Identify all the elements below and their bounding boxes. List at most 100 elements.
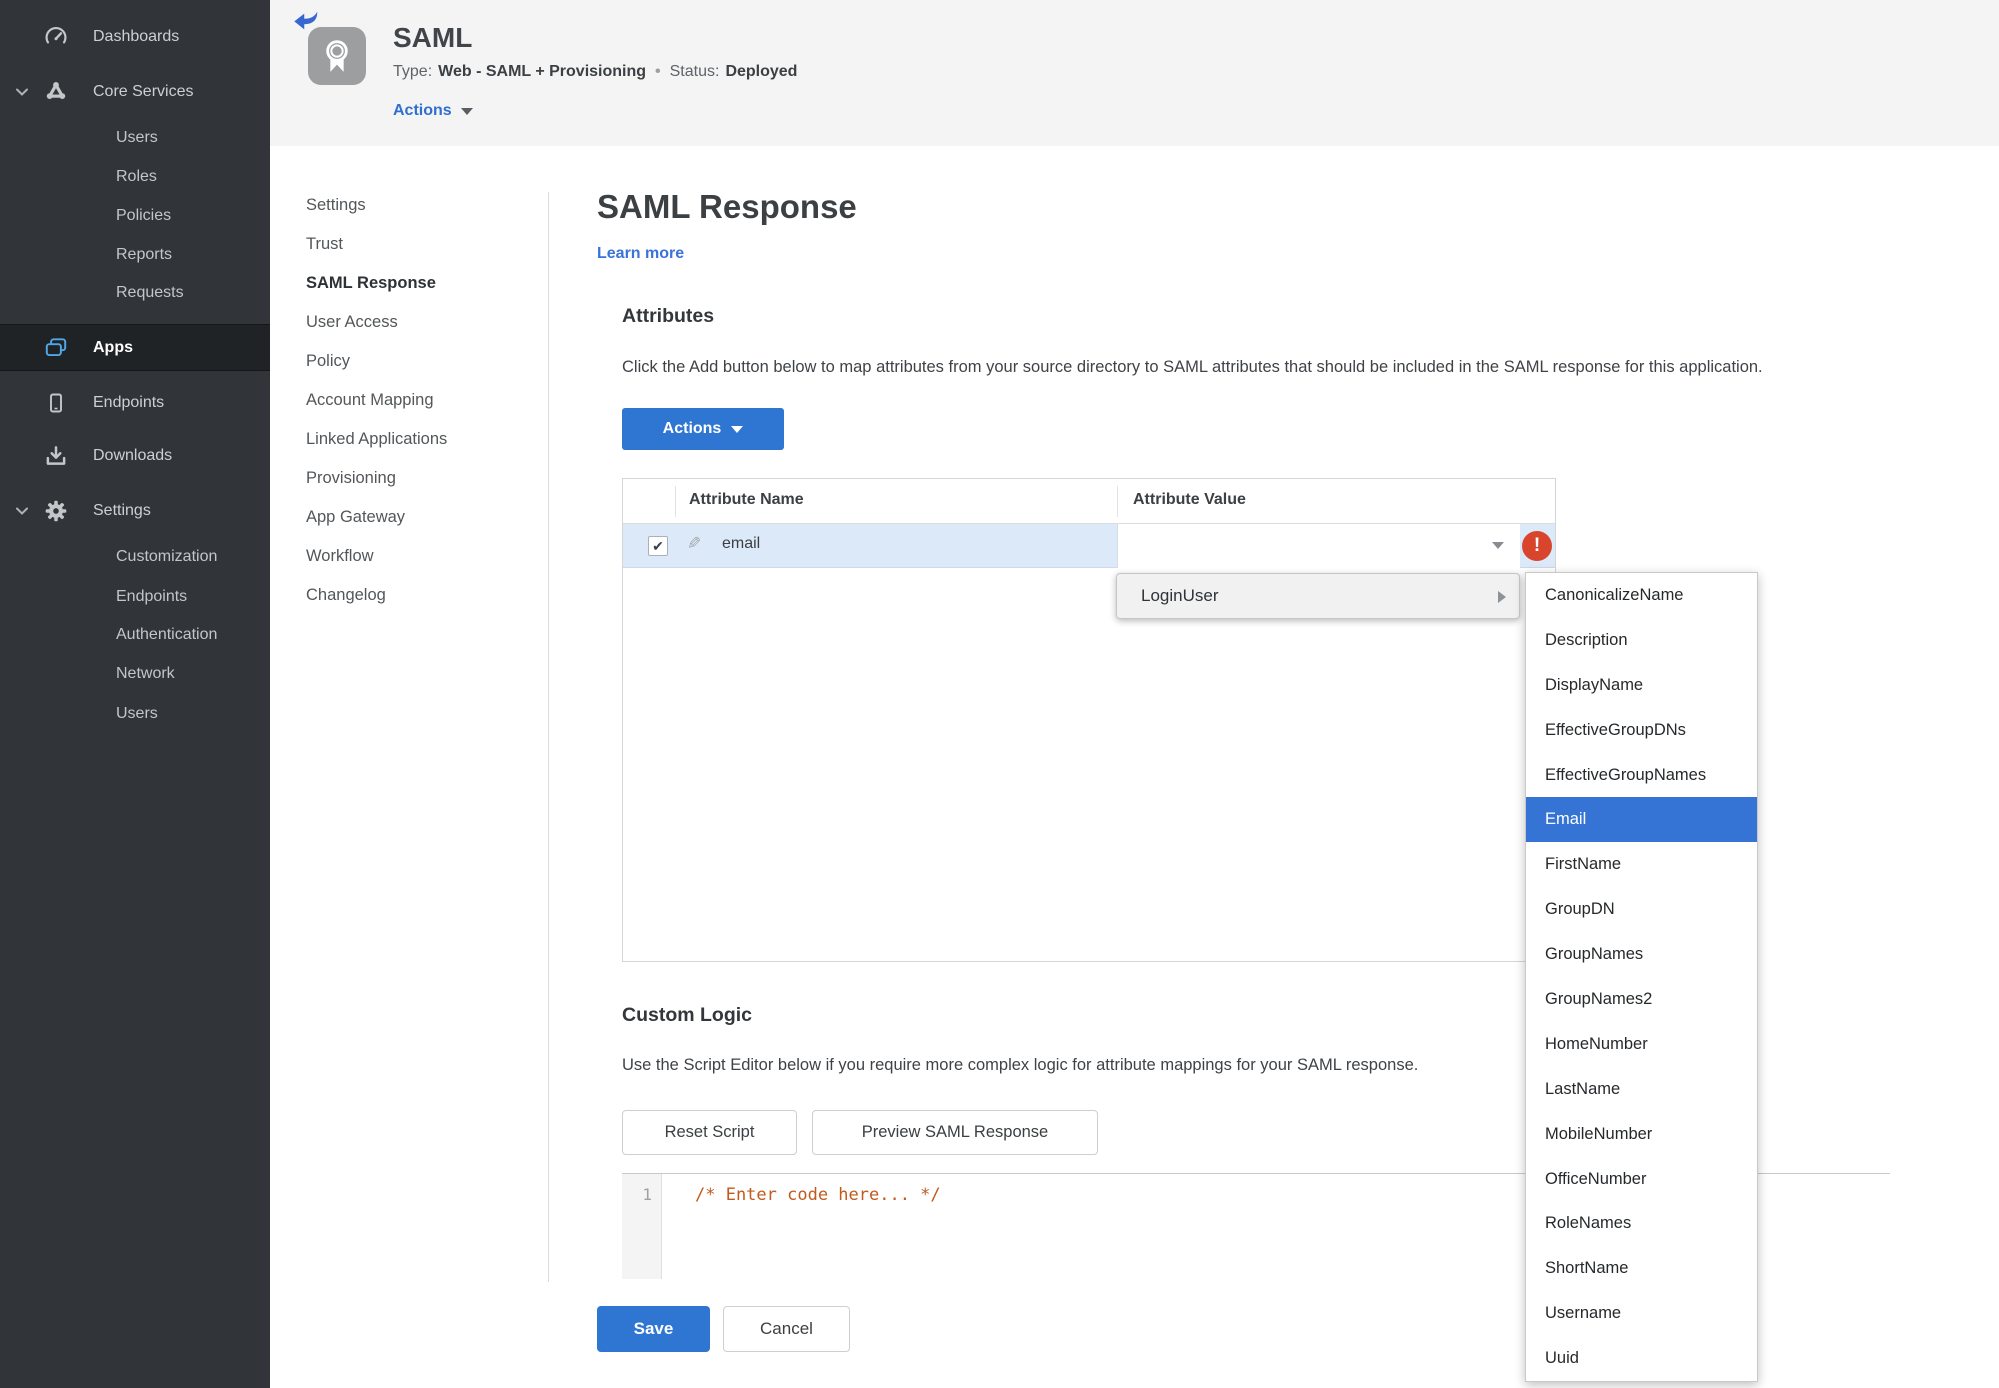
menu-item-lastname[interactable]: LastName xyxy=(1526,1067,1757,1112)
app-meta: Type: Web - SAML + Provisioning • Status… xyxy=(393,63,797,81)
sidebar-item-label: Requests xyxy=(116,284,184,301)
attribute-name-cell: email xyxy=(722,535,761,552)
sidebar-item-label: Customization xyxy=(116,548,218,565)
sidebar-item-roles[interactable]: Roles xyxy=(0,155,270,199)
sidebar-item-dashboards[interactable]: Dashboards xyxy=(0,15,270,59)
menu-item-username[interactable]: Username xyxy=(1526,1291,1757,1336)
caret-down-icon xyxy=(1492,542,1504,549)
app-config-nav: Settings Trust SAML Response User Access… xyxy=(306,186,536,615)
chevron-down-icon xyxy=(731,425,744,433)
sidebar-item-label: Core Services xyxy=(93,83,194,100)
sidebar-item-requests[interactable]: Requests xyxy=(0,271,270,315)
menu-item-shortname[interactable]: ShortName xyxy=(1526,1246,1757,1291)
attributes-actions-button[interactable]: Actions xyxy=(622,408,784,450)
attributes-heading: Attributes xyxy=(622,305,715,327)
menu-item-mobilenumber[interactable]: MobileNumber xyxy=(1526,1112,1757,1157)
sidebar-item-core-services[interactable]: Core Services xyxy=(0,70,270,114)
tab-linked-applications[interactable]: Linked Applications xyxy=(306,420,536,459)
sidebar-item-settings[interactable]: Settings xyxy=(0,489,270,533)
sidebar-item-downloads[interactable]: Downloads xyxy=(0,434,270,478)
type-value: Web - SAML + Provisioning xyxy=(438,63,647,80)
reset-script-button[interactable]: Reset Script xyxy=(622,1110,797,1155)
sidebar-item-users[interactable]: Users xyxy=(0,116,270,160)
line-number: 1 xyxy=(642,1185,652,1204)
custom-logic-heading: Custom Logic xyxy=(622,1004,752,1026)
menu-item-groupdn[interactable]: GroupDN xyxy=(1526,887,1757,932)
sidebar-item-network[interactable]: Network xyxy=(0,652,270,696)
mobile-device-icon xyxy=(42,389,70,417)
vertical-divider xyxy=(548,192,549,1282)
sidebar-item-label: Settings xyxy=(93,502,151,519)
menu-item-effectivegroupdns[interactable]: EffectiveGroupDNs xyxy=(1526,708,1757,753)
sidebar-item-customization[interactable]: Customization xyxy=(0,535,270,579)
app-window: SAML Type: Web - SAML + Provisioning • S… xyxy=(0,0,1999,1388)
caret-right-icon xyxy=(1498,591,1506,603)
download-tray-icon xyxy=(42,442,70,470)
sidebar-item-label: Dashboards xyxy=(93,28,180,45)
tab-workflow[interactable]: Workflow xyxy=(306,537,536,576)
sidebar-item-label: Reports xyxy=(116,246,173,263)
tab-provisioning[interactable]: Provisioning xyxy=(306,459,536,498)
learn-more-link[interactable]: Learn more xyxy=(597,245,684,263)
cancel-button[interactable]: Cancel xyxy=(723,1306,850,1352)
menu-item-displayname[interactable]: DisplayName xyxy=(1526,663,1757,708)
menu-item-rolenames[interactable]: RoleNames xyxy=(1526,1201,1757,1246)
tab-saml-response[interactable]: SAML Response xyxy=(306,264,536,303)
table-row-email[interactable]: ✔ ✎ email ! xyxy=(623,524,1555,568)
sidebar-item-label: Apps xyxy=(93,338,133,356)
status-label: Status: xyxy=(669,63,720,80)
page-header: SAML Type: Web - SAML + Provisioning • S… xyxy=(270,0,1999,146)
header-actions-menu[interactable]: Actions xyxy=(393,102,473,120)
error-icon: ! xyxy=(1522,531,1552,561)
gauge-icon xyxy=(42,23,70,51)
dropdown-submenu-attributes: CanonicalizeName Description DisplayName… xyxy=(1525,572,1758,1382)
sidebar-item-label: Users xyxy=(116,705,158,722)
section-title: SAML Response xyxy=(597,188,857,225)
menu-item-uuid[interactable]: Uuid xyxy=(1526,1336,1757,1381)
editor-gutter: 1 xyxy=(622,1174,662,1279)
sidebar-item-endpoints[interactable]: Endpoints xyxy=(0,381,270,425)
column-divider xyxy=(675,486,676,517)
menu-item-officenumber[interactable]: OfficeNumber xyxy=(1526,1157,1757,1202)
award-ribbon-icon xyxy=(308,27,366,85)
menu-item-canonicalizename[interactable]: CanonicalizeName xyxy=(1526,573,1757,618)
menu-item-email[interactable]: Email xyxy=(1526,797,1757,843)
gear-icon xyxy=(42,497,70,525)
type-label: Type: xyxy=(393,63,433,80)
sidebar-item-label: Authentication xyxy=(116,626,218,643)
chevron-down-icon xyxy=(12,82,32,102)
tab-trust[interactable]: Trust xyxy=(306,225,536,264)
editor-code-area[interactable]: /* Enter code here... */ xyxy=(695,1185,941,1205)
attribute-value-dropdown[interactable] xyxy=(1117,524,1520,568)
column-divider xyxy=(1117,486,1118,517)
custom-logic-description: Use the Script Editor below if you requi… xyxy=(622,1056,1419,1074)
menu-item-label: LoginUser xyxy=(1141,586,1219,605)
tab-account-mapping[interactable]: Account Mapping xyxy=(306,381,536,420)
tab-settings[interactable]: Settings xyxy=(306,186,536,225)
status-badge: Deployed xyxy=(725,63,798,80)
menu-item-effectivegroupnames[interactable]: EffectiveGroupNames xyxy=(1526,753,1757,798)
menu-item-groupnames[interactable]: GroupNames xyxy=(1526,932,1757,977)
sidebar-item-label: Policies xyxy=(116,207,172,224)
sidebar-item-label: Roles xyxy=(116,168,157,185)
save-button[interactable]: Save xyxy=(597,1306,710,1352)
tab-policy[interactable]: Policy xyxy=(306,342,536,381)
sidebar-item-apps[interactable]: Apps xyxy=(0,324,270,371)
chevron-down-icon xyxy=(460,107,473,115)
sidebar-item-label: Users xyxy=(116,129,158,146)
tab-app-gateway[interactable]: App Gateway xyxy=(306,498,536,537)
menu-item-groupnames2[interactable]: GroupNames2 xyxy=(1526,977,1757,1022)
menu-item-description[interactable]: Description xyxy=(1526,618,1757,663)
dropdown-menu-loginuser[interactable]: LoginUser xyxy=(1116,573,1520,619)
row-checkbox[interactable]: ✔ xyxy=(648,536,668,556)
preview-saml-response-button[interactable]: Preview SAML Response xyxy=(812,1110,1098,1155)
pencil-icon[interactable]: ✎ xyxy=(687,534,701,554)
attributes-table: Attribute Name Attribute Value ✔ ✎ email… xyxy=(622,478,1556,962)
menu-item-homenumber[interactable]: HomeNumber xyxy=(1526,1022,1757,1067)
sidebar-item-policies[interactable]: Policies xyxy=(0,194,270,238)
menu-item-firstname[interactable]: FirstName xyxy=(1526,842,1757,887)
sidebar-item-authentication[interactable]: Authentication xyxy=(0,613,270,657)
tab-changelog[interactable]: Changelog xyxy=(306,576,536,615)
tab-user-access[interactable]: User Access xyxy=(306,303,536,342)
sidebar-item-users-settings[interactable]: Users xyxy=(0,692,270,736)
